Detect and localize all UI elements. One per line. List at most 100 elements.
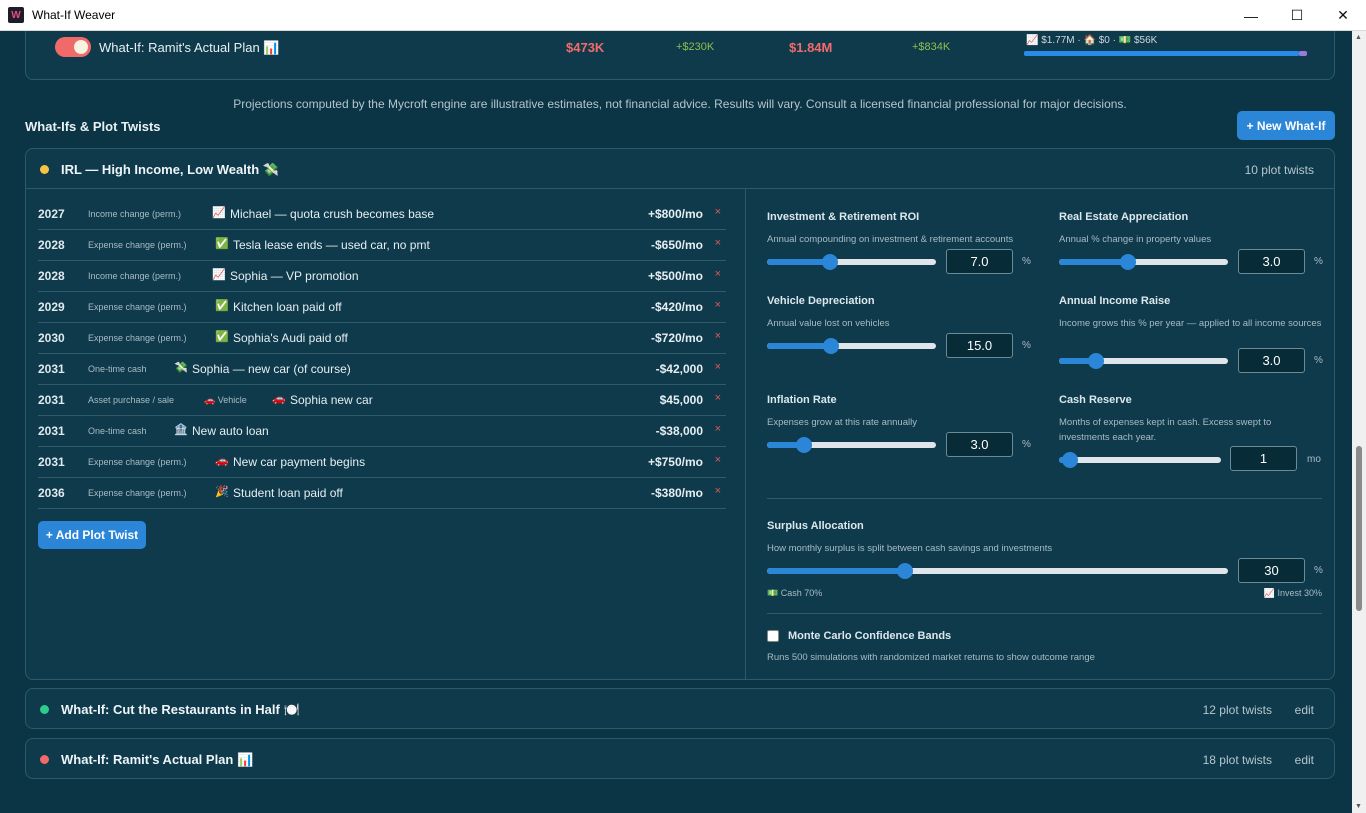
whatif-card-expanded: IRL — High Income, Low Wealth 💸 10 plot … xyxy=(25,148,1335,680)
whatif-card-header[interactable]: IRL — High Income, Low Wealth 💸 10 plot … xyxy=(26,149,1334,189)
delete-icon[interactable]: × xyxy=(715,206,721,218)
inflation-slider[interactable] xyxy=(767,437,936,453)
twist-type: Expense change (perm.) xyxy=(88,488,187,498)
twist-amount: -$42,000 xyxy=(655,362,703,376)
income-raise-input[interactable] xyxy=(1238,348,1305,373)
twist-icon: ✅ xyxy=(215,238,229,250)
slider-fill xyxy=(767,568,906,574)
slider-fill xyxy=(767,343,832,349)
close-button[interactable]: ✕ xyxy=(1320,0,1366,31)
slider-handle[interactable] xyxy=(897,563,914,579)
delete-icon[interactable]: × xyxy=(715,423,721,435)
delete-icon[interactable]: × xyxy=(715,361,721,373)
twist-label: New car payment begins xyxy=(233,455,366,469)
twist-year: 2027 xyxy=(38,207,65,221)
twist-label: Sophia new car xyxy=(290,393,373,407)
cash-allocation-label: 💵 Cash 70% xyxy=(767,588,823,598)
param-title: Annual Income Raise xyxy=(1059,295,1171,307)
twist-label: Kitchen loan paid off xyxy=(233,300,342,314)
scenario-progress-fill xyxy=(1024,51,1299,56)
twist-amount: +$500/mo xyxy=(647,269,703,283)
scenario-progress-bar xyxy=(1024,51,1307,56)
plot-twist-row[interactable]: 2030 Expense change (perm.) ✅ Sophia's Audi… xyxy=(38,323,726,354)
cash-reserve-input[interactable] xyxy=(1230,446,1297,471)
delete-icon[interactable]: × xyxy=(715,268,721,280)
minimize-button[interactable]: — xyxy=(1228,0,1274,31)
real-estate-input[interactable] xyxy=(1238,249,1305,274)
twist-type: One-time cash xyxy=(88,364,147,374)
vertical-scrollbar[interactable]: ▲ ▼ xyxy=(1352,31,1366,813)
active-scenario-card: What-If: Ramit's Actual Plan 📊 $473K +$2… xyxy=(25,31,1335,80)
surplus-input[interactable] xyxy=(1238,558,1305,583)
twist-icon: 🎉 xyxy=(215,486,229,498)
roi-input[interactable] xyxy=(946,249,1013,274)
slider-handle[interactable] xyxy=(823,338,840,354)
plot-twist-row[interactable]: 2031 Expense change (perm.) 🚗 New car payme… xyxy=(38,447,726,478)
edit-link[interactable]: edit xyxy=(1295,753,1314,767)
plot-twist-row[interactable]: 2029 Expense change (perm.) ✅ Kitchen loan … xyxy=(38,292,726,323)
twist-icon: 🚗 xyxy=(272,393,286,405)
plot-twist-row[interactable]: 2036 Expense change (perm.) 🎉 Student loan … xyxy=(38,478,726,509)
delete-icon[interactable]: × xyxy=(715,299,721,311)
status-dot xyxy=(40,165,49,174)
slider-handle[interactable] xyxy=(1088,353,1105,369)
whatif-card-collapsed[interactable]: What-If: Ramit's Actual Plan 📊 18 plot t… xyxy=(25,738,1335,779)
delete-icon[interactable]: × xyxy=(715,485,721,497)
delete-icon[interactable]: × xyxy=(715,330,721,342)
plot-twist-row[interactable]: 2027 Income change (perm.) 📈 Michael — quot… xyxy=(38,199,726,230)
surplus-slider[interactable] xyxy=(767,563,1228,579)
param-description: Annual % change in property values xyxy=(1059,234,1212,245)
twist-label: Michael — quota crush becomes base xyxy=(230,207,435,221)
slider-handle[interactable] xyxy=(796,437,813,453)
income-raise-slider[interactable] xyxy=(1059,353,1228,369)
vehicle-slider[interactable] xyxy=(767,338,936,354)
plot-twist-row[interactable]: 2028 Expense change (perm.) ✅ Tesla lease e… xyxy=(38,230,726,261)
param-title: Real Estate Appreciation xyxy=(1059,211,1189,223)
plot-twist-row[interactable]: 2031 One-time cash 🏦 New auto loan -$38,000 × xyxy=(38,416,726,447)
real-estate-slider[interactable] xyxy=(1059,254,1228,270)
twist-label: Student loan paid off xyxy=(233,486,343,500)
twist-year: 2029 xyxy=(38,300,65,314)
monte-carlo-title: Monte Carlo Confidence Bands xyxy=(788,630,952,642)
twist-icon: 💸 xyxy=(174,362,188,374)
scenario-toggle[interactable] xyxy=(55,37,91,57)
cash-reserve-slider[interactable] xyxy=(1059,452,1221,468)
param-description: Annual compounding on investment & retir… xyxy=(767,234,1014,245)
divider xyxy=(767,498,1322,499)
twist-amount: -$720/mo xyxy=(650,331,703,345)
inflation-input[interactable] xyxy=(946,432,1013,457)
twist-year: 2031 xyxy=(38,424,65,438)
add-plot-twist-button[interactable]: + Add Plot Twist xyxy=(38,521,146,549)
plot-twist-row[interactable]: 2031 One-time cash 💸 Sophia — new car (of c… xyxy=(38,354,726,385)
twist-label: Sophia — VP promotion xyxy=(230,269,359,283)
new-whatif-button[interactable]: + New What-If xyxy=(1237,111,1335,140)
scrollbar-thumb[interactable] xyxy=(1356,446,1362,611)
twist-year: 2030 xyxy=(38,331,65,345)
twist-year: 2028 xyxy=(38,269,65,283)
monte-carlo-checkbox[interactable] xyxy=(767,630,779,642)
slider-handle[interactable] xyxy=(1062,452,1079,468)
scroll-down-arrow-icon[interactable]: ▼ xyxy=(1355,803,1362,810)
whatif-card-collapsed[interactable]: What-If: Cut the Restaurants in Half 🍽️ … xyxy=(25,688,1335,729)
twist-label: Sophia — new car (of course) xyxy=(192,362,351,376)
vehicle-input[interactable] xyxy=(946,333,1013,358)
delete-icon[interactable]: × xyxy=(715,392,721,404)
twist-amount: -$380/mo xyxy=(650,486,703,500)
vehicle-unit: % xyxy=(1022,340,1031,351)
plot-twist-row[interactable]: 2028 Income change (perm.) 📈 Sophia — VP pr… xyxy=(38,261,726,292)
param-description: Expenses grow at this rate annually xyxy=(767,417,917,428)
scenario-name: What-If: Ramit's Actual Plan 📊 xyxy=(99,40,280,55)
edit-link[interactable]: edit xyxy=(1295,703,1314,717)
scroll-up-arrow-icon[interactable]: ▲ xyxy=(1355,34,1362,41)
maximize-button[interactable]: ☐ xyxy=(1274,0,1320,31)
slider-handle[interactable] xyxy=(821,254,838,270)
delete-icon[interactable]: × xyxy=(715,237,721,249)
delete-icon[interactable]: × xyxy=(715,454,721,466)
slider-handle[interactable] xyxy=(1120,254,1137,270)
plot-twist-row[interactable]: 2031 Asset purchase / sale 🚗 Vehicle 🚗 Sophi… xyxy=(38,385,726,416)
twist-label: New auto loan xyxy=(192,424,269,438)
monte-carlo-description: Runs 500 simulations with randomized mar… xyxy=(767,652,1095,663)
surplus-unit: % xyxy=(1314,565,1323,576)
scenario-value-2: $1.84M xyxy=(789,40,833,55)
roi-slider[interactable] xyxy=(767,254,936,270)
